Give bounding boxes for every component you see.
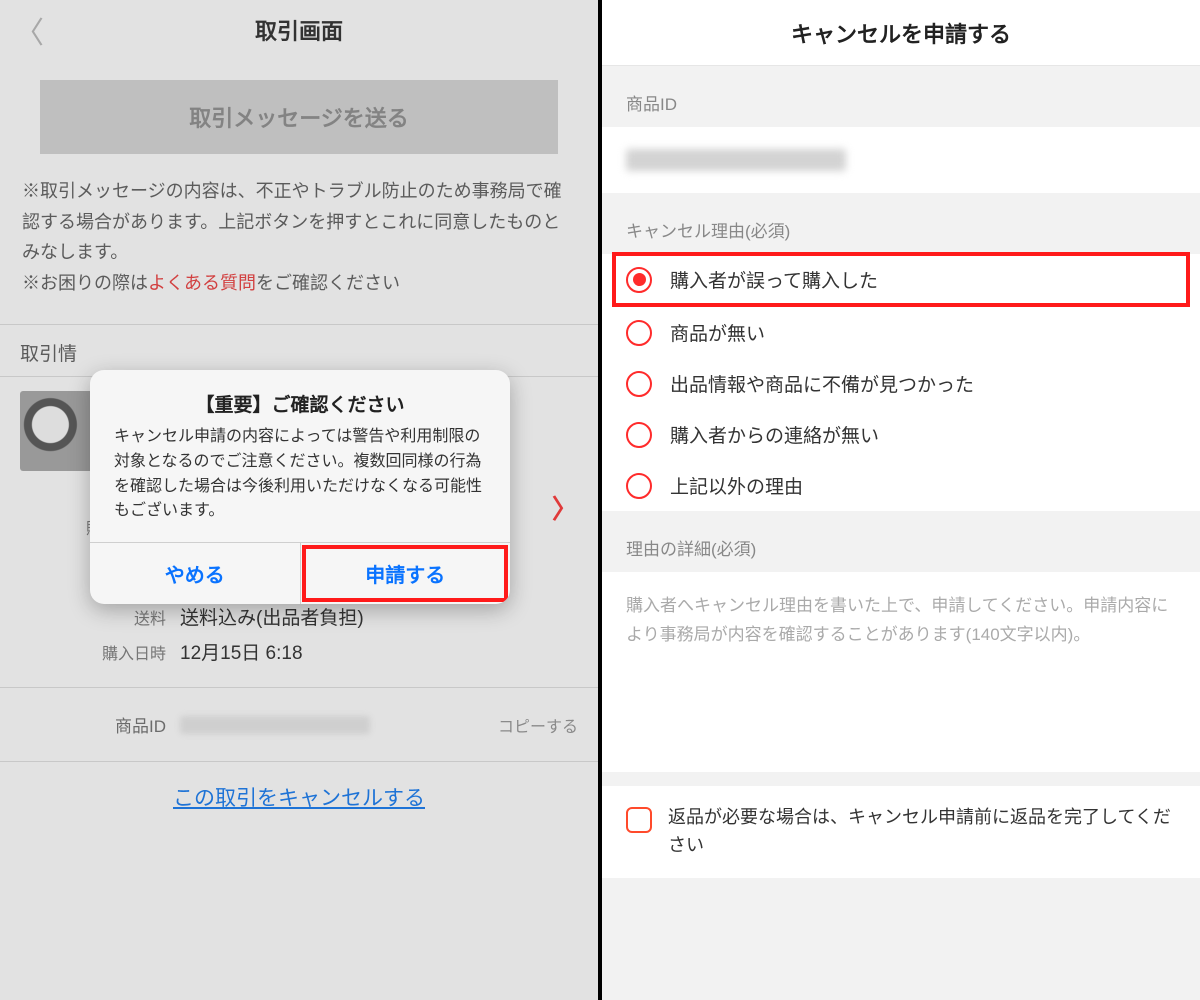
item-id-field bbox=[602, 127, 1200, 193]
radio-icon bbox=[626, 320, 652, 346]
radio-icon bbox=[626, 473, 652, 499]
dialog-title: 【重要】ご確認ください bbox=[90, 370, 510, 425]
checkbox-label: 返品が必要な場合は、キャンセル申請前に返品を完了してください bbox=[668, 804, 1176, 860]
shipping-row: 送料 送料込み(出品者負担) bbox=[20, 599, 578, 634]
shipping-value: 送料込み(出品者負担) bbox=[180, 603, 364, 630]
detail-section-label: 理由の詳細(必須) bbox=[602, 511, 1200, 572]
radio-icon bbox=[626, 371, 652, 397]
item-id-value-blurred bbox=[180, 716, 370, 734]
notice-line-2: ※お困りの際はよくある質問をご確認ください bbox=[22, 268, 576, 299]
notice-line-1: ※取引メッセージの内容は、不正やトラブル防止のため事務局で確認する場合があります… bbox=[22, 176, 576, 268]
reason-option-1[interactable]: 商品が無い bbox=[602, 307, 1200, 358]
purchased-row: 購入日時 12月15日 6:18 bbox=[20, 634, 578, 669]
purchased-value: 12月15日 6:18 bbox=[180, 638, 303, 665]
chevron-right-icon: 〉 bbox=[552, 489, 578, 526]
right-title: キャンセルを申請する bbox=[602, 0, 1200, 66]
notice-text: ※取引メッセージの内容は、不正やトラブル防止のため事務局で確認する場合があります… bbox=[0, 176, 598, 298]
reason-detail-textarea[interactable]: 購入者へキャンセル理由を書いた上で、申請してください。申請内容により事務局が内容… bbox=[602, 572, 1200, 772]
cancel-transaction-link[interactable]: この取引をキャンセルする bbox=[0, 762, 598, 824]
radio-icon bbox=[626, 267, 652, 293]
dialog-body: キャンセル申請の内容によっては警告や利用制限の対象となるのでご注意ください。複数… bbox=[90, 425, 510, 542]
reason-label: 購入者からの連絡が無い bbox=[670, 421, 879, 448]
reason-label: 商品が無い bbox=[670, 319, 765, 346]
item-id-value-blurred bbox=[626, 149, 846, 171]
confirm-dialog: 【重要】ご確認ください キャンセル申請の内容によっては警告や利用制限の対象となる… bbox=[90, 370, 510, 604]
back-chevron-icon[interactable]: 〈 bbox=[14, 8, 44, 52]
purchased-label: 購入日時 bbox=[20, 640, 180, 664]
faq-link[interactable]: よくある質問 bbox=[148, 273, 256, 293]
dialog-actions: やめる 申請する bbox=[90, 542, 510, 604]
return-required-checkbox-row[interactable]: 返品が必要な場合は、キャンセル申請前に返品を完了してください bbox=[602, 786, 1200, 878]
reason-option-4[interactable]: 上記以外の理由 bbox=[602, 460, 1200, 511]
radio-icon bbox=[626, 422, 652, 448]
reason-option-2[interactable]: 出品情報や商品に不備が見つかった bbox=[602, 358, 1200, 409]
shipping-label: 送料 bbox=[20, 605, 180, 629]
send-message-button[interactable]: 取引メッセージを送る bbox=[40, 80, 558, 154]
item-id-row: 商品ID コピーする bbox=[0, 688, 598, 761]
dialog-confirm-button[interactable]: 申請する bbox=[300, 543, 511, 604]
reason-label: 上記以外の理由 bbox=[670, 472, 803, 499]
reason-radio-group: 購入者が誤って購入した 商品が無い 出品情報や商品に不備が見つかった 購入者から… bbox=[602, 254, 1200, 511]
item-thumbnail bbox=[20, 391, 100, 471]
item-id-label: 商品ID bbox=[20, 712, 180, 737]
reason-section-label: キャンセル理由(必須) bbox=[602, 193, 1200, 254]
reason-option-3[interactable]: 購入者からの連絡が無い bbox=[602, 409, 1200, 460]
checkbox-icon bbox=[626, 807, 652, 833]
reason-option-0[interactable]: 購入者が誤って購入した bbox=[614, 254, 1188, 305]
copy-button[interactable]: コピーする bbox=[498, 713, 578, 737]
page-title: 取引画面 bbox=[255, 14, 343, 46]
reason-label: 出品情報や商品に不備が見つかった bbox=[670, 370, 974, 397]
reason-label: 購入者が誤って購入した bbox=[670, 266, 878, 293]
transaction-screen: 〈 取引画面 取引メッセージを送る ※取引メッセージの内容は、不正やトラブル防止… bbox=[0, 0, 598, 1000]
dialog-cancel-button[interactable]: やめる bbox=[90, 543, 300, 604]
cancel-request-screen: キャンセルを申請する 商品ID キャンセル理由(必須) 購入者が誤って購入した … bbox=[598, 0, 1200, 1000]
left-header: 〈 取引画面 bbox=[0, 0, 598, 60]
item-id-section-label: 商品ID bbox=[602, 66, 1200, 127]
